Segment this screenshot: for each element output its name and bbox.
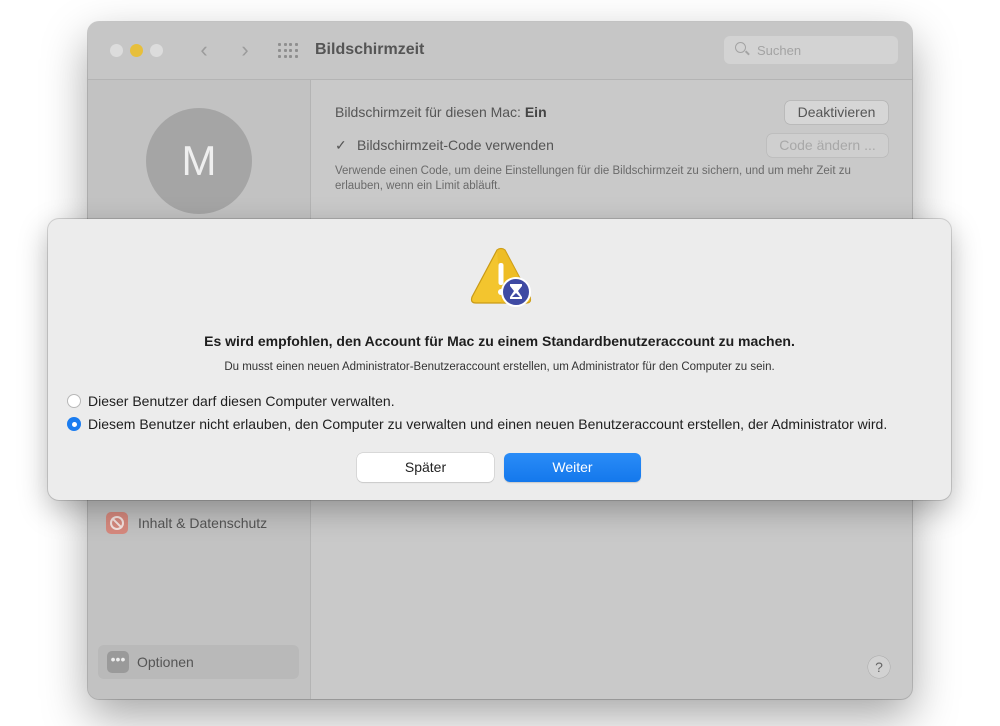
close-window-button[interactable] <box>110 44 123 57</box>
options-button[interactable]: ••• Optionen <box>98 645 299 679</box>
window-title: Bildschirmzeit <box>315 41 425 58</box>
search-placeholder: Suchen <box>757 43 802 58</box>
radio-option-allow-admin[interactable]: Dieser Benutzer darf diesen Computer ver… <box>67 393 395 409</box>
ellipsis-icon: ••• <box>107 651 129 673</box>
avatar[interactable]: M <box>146 108 252 214</box>
search-icon <box>735 42 746 53</box>
deactivate-button[interactable]: Deaktivieren <box>785 101 888 124</box>
radio-option-disallow-admin[interactable]: Diesem Benutzer nicht erlauben, den Comp… <box>67 416 887 432</box>
status-row: Bildschirmzeit für diesen Mac: Ein <box>335 104 547 120</box>
warning-hourglass-icon <box>470 247 532 307</box>
search-field[interactable]: Suchen <box>724 36 898 64</box>
minimize-window-button[interactable] <box>130 44 143 57</box>
radio-button-unselected[interactable] <box>67 394 81 408</box>
dialog-subline: Du musst einen neuen Administrator-Benut… <box>224 361 775 373</box>
sidebar-item-label: Inhalt & Datenschutz <box>138 515 268 531</box>
continue-button[interactable]: Weiter <box>504 453 641 482</box>
radio-option-label: Dieser Benutzer darf diesen Computer ver… <box>88 393 395 409</box>
restriction-icon <box>106 512 128 534</box>
description-text: Verwende einen Code, um deine Einstellun… <box>335 165 851 192</box>
use-code-checkbox-row[interactable]: ✓ Bildschirmzeit-Code verwenden <box>335 137 554 153</box>
zoom-window-button[interactable] <box>150 44 163 57</box>
use-code-label: Bildschirmzeit-Code verwenden <box>357 137 554 153</box>
back-chevron-icon[interactable]: ‹ <box>193 37 215 63</box>
radio-button-selected[interactable] <box>67 417 81 431</box>
dialog-headline: Es wird empfohlen, den Account für Mac z… <box>204 333 795 349</box>
help-button[interactable]: ? <box>868 656 890 678</box>
status-value: Ein <box>524 104 547 120</box>
options-label: Optionen <box>137 654 194 670</box>
status-label: Bildschirmzeit für diesen Mac: <box>335 104 521 120</box>
forward-chevron-icon[interactable]: › <box>234 37 256 63</box>
checkmark-icon[interactable]: ✓ <box>335 138 349 152</box>
radio-option-label: Diesem Benutzer nicht erlauben, den Comp… <box>88 416 888 432</box>
change-code-button[interactable]: Code ändern ... <box>767 134 888 157</box>
sidebar-item-content-privacy[interactable]: Inhalt & Datenschutz <box>106 510 267 536</box>
admin-warning-dialog: Es wird empfohlen, den Account für Mac z… <box>48 219 951 500</box>
title-bar: ‹ › Bildschirmzeit Suchen <box>88 22 912 80</box>
later-button[interactable]: Später <box>357 453 494 482</box>
show-all-grid-icon[interactable] <box>278 43 298 58</box>
